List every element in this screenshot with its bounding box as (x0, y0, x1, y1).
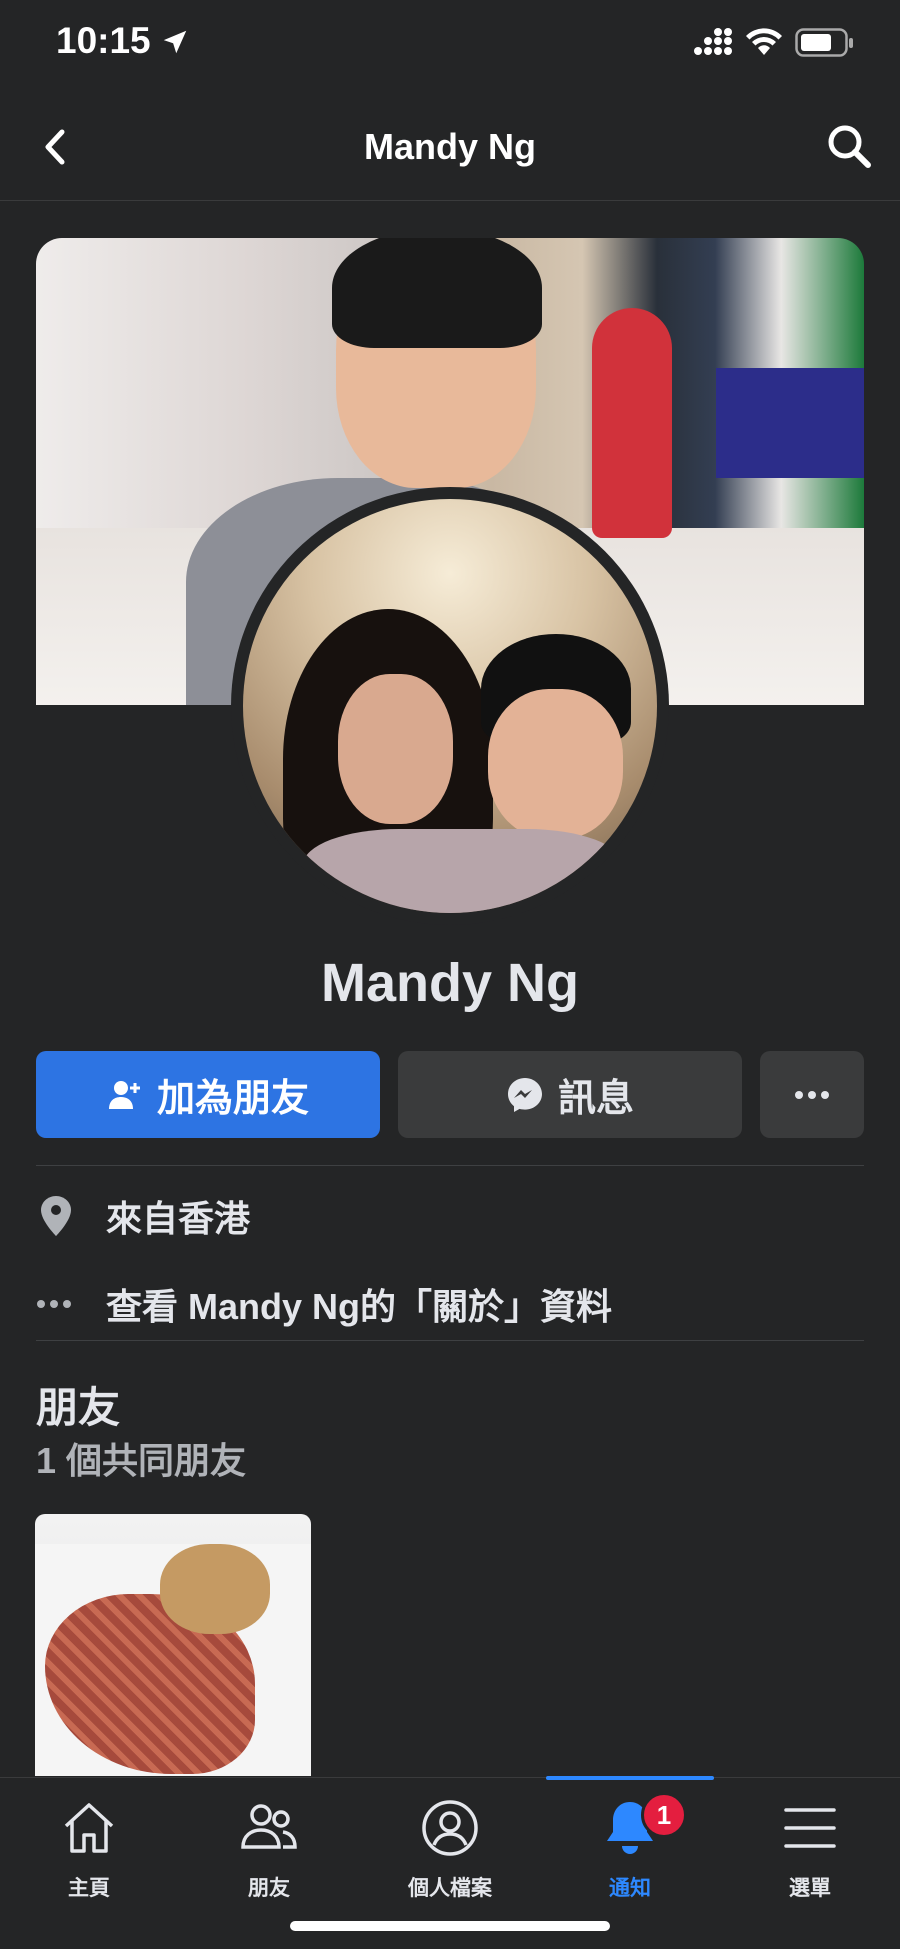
divider (36, 1340, 864, 1341)
wifi-icon (746, 28, 782, 55)
message-label: 訊息 (557, 1078, 634, 1120)
battery-icon (795, 28, 853, 57)
tab-profile-label: 個人檔案 (408, 1877, 492, 1900)
tab-notifications-label: 通知 (609, 1877, 651, 1900)
friend-photo-dog (160, 1544, 270, 1634)
status-time: 10:15 (56, 20, 151, 61)
friends-title: 朋友 (36, 1384, 121, 1431)
info-hometown: 來自香港 (36, 1190, 250, 1242)
tab-menu-label: 選單 (789, 1877, 831, 1900)
more-options-button[interactable] (760, 1051, 864, 1138)
profile-icon (422, 1800, 478, 1856)
search-icon[interactable] (822, 120, 876, 174)
location-arrow-icon (163, 30, 187, 54)
avatar-woman-face (338, 674, 453, 824)
tab-friends-label: 朋友 (248, 1877, 290, 1900)
profile-picture-ring (231, 487, 669, 925)
more-horizontal-icon (36, 1299, 106, 1309)
message-button[interactable]: 訊息 (398, 1051, 742, 1138)
nav-title: Mandy Ng (363, 126, 536, 167)
avatar-clothes (303, 829, 623, 913)
profile-name: Mandy Ng (320, 953, 579, 1013)
about-link-text: 查看 Mandy Ng的「關於」資料 (106, 1286, 613, 1327)
tab-friends[interactable]: 朋友 (194, 1796, 344, 1902)
cellular-signal-icon (694, 28, 732, 55)
add-friend-label: 加為朋友 (156, 1078, 309, 1120)
avatar-boy-face (488, 689, 623, 839)
location-pin-icon (36, 1194, 106, 1238)
notification-badge: 1 (641, 1792, 687, 1838)
tab-notifications[interactable]: 1 通知 (555, 1792, 705, 1902)
menu-icon (784, 1808, 836, 1848)
mutual-friends-count[interactable]: 1 個共同朋友 (36, 1432, 246, 1484)
tab-profile[interactable]: 個人檔案 (375, 1796, 525, 1902)
tab-home-label: 主頁 (68, 1877, 110, 1900)
friend-photo[interactable] (35, 1514, 311, 1776)
status-bar: 10:15 (0, 0, 900, 84)
tab-home[interactable]: 主頁 (14, 1796, 164, 1902)
nav-header: Mandy Ng (0, 100, 900, 201)
friends-icon (241, 1804, 297, 1849)
home-indicator[interactable] (290, 1921, 610, 1931)
cover-girl (592, 308, 672, 538)
divider (36, 1165, 864, 1166)
home-icon (64, 1803, 114, 1853)
info-about-link[interactable]: 查看 Mandy Ng的「關於」資料 (36, 1278, 612, 1330)
more-dots-icon (795, 1090, 829, 1099)
tab-menu[interactable]: 選單 (735, 1796, 885, 1902)
cover-table (716, 368, 864, 478)
profile-picture[interactable] (243, 499, 657, 913)
cover-boy-hair (332, 238, 542, 348)
hometown-text: 來自香港 (106, 1198, 251, 1239)
active-tab-indicator (546, 1776, 714, 1780)
add-friend-button[interactable]: 加為朋友 (36, 1051, 380, 1138)
messenger-icon (506, 1076, 544, 1114)
add-friend-icon (107, 1077, 143, 1113)
